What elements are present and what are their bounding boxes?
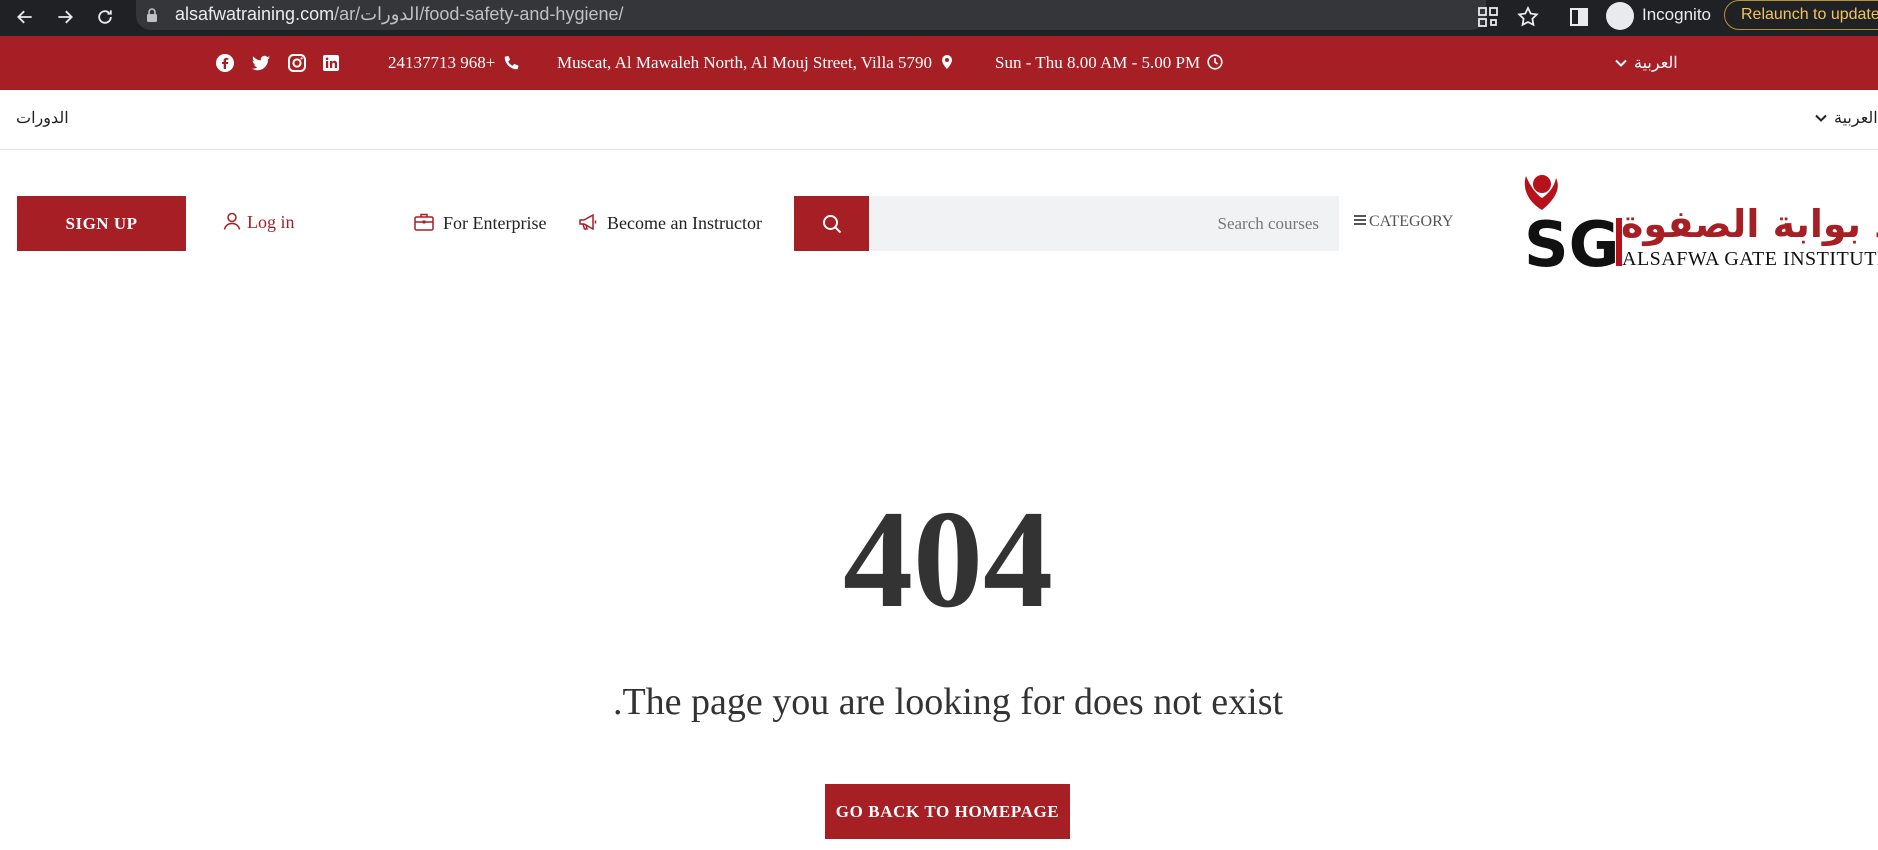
logo-arabic-text: معهد بوابة الصفوة: [1621, 202, 1878, 246]
language-selector-top[interactable]: العربية: [1614, 53, 1678, 73]
search-input[interactable]: [869, 196, 1339, 251]
megaphone-icon: [579, 213, 597, 231]
language-selector[interactable]: العربية: [1814, 108, 1878, 128]
address-bar[interactable]: alsafwatraining.com/ar/الدورات/food-safe…: [136, 0, 1486, 30]
facebook-icon[interactable]: [215, 53, 235, 73]
clock-icon: [1207, 54, 1223, 70]
phone-icon: [504, 55, 519, 70]
user-icon: [223, 212, 241, 230]
secondary-nav: الدورات العربية: [0, 90, 1878, 150]
side-panel-icon[interactable]: [1567, 5, 1591, 29]
chevron-down-icon: [1615, 59, 1627, 67]
forward-arrow-icon[interactable]: [52, 4, 78, 30]
back-arrow-icon[interactable]: [12, 4, 38, 30]
menu-icon: [1354, 215, 1366, 225]
top-info-bar: 24137713 968+ Muscat, Al Mawaleh North, …: [0, 36, 1878, 90]
chevron-down-icon: [1815, 114, 1827, 122]
map-pin-icon: [942, 55, 953, 69]
error-message: .The page you are looking for does not e…: [612, 681, 1284, 723]
reload-icon[interactable]: [92, 4, 118, 30]
linkedin-icon[interactable]: [321, 53, 341, 73]
browser-toolbar: alsafwatraining.com/ar/الدورات/food-safe…: [0, 0, 1878, 36]
relaunch-button[interactable]: Relaunch to update: [1724, 0, 1878, 30]
search-button[interactable]: [794, 196, 869, 251]
star-icon[interactable]: [1516, 5, 1540, 29]
go-home-button[interactable]: GO BACK TO HOMEPAGE: [825, 784, 1070, 839]
lock-icon: [147, 8, 157, 22]
incognito-label: Incognito: [1642, 5, 1711, 24]
qr-code-icon[interactable]: [1476, 5, 1500, 29]
logo-english-text: ALSAFWA GATE INSTITUTE: [1622, 248, 1878, 270]
signup-button[interactable]: SIGN UP: [17, 196, 186, 251]
site-logo[interactable]: SG معهد بوابة الصفوة ALSAFWA GATE INSTIT…: [1516, 170, 1878, 281]
instagram-icon[interactable]: [287, 53, 307, 73]
address-info: Muscat, Al Mawaleh North, Al Mouj Street…: [557, 53, 955, 73]
url-text: alsafwatraining.com/ar/الدورات/food-safe…: [175, 4, 624, 24]
search-icon: [822, 214, 841, 233]
briefcase-icon: [414, 213, 434, 231]
for-enterprise-link[interactable]: For Enterprise: [413, 211, 546, 234]
svg-text:SG: SG: [1524, 208, 1620, 275]
nav-courses-link[interactable]: الدورات: [16, 108, 69, 128]
login-link[interactable]: Log in: [222, 211, 295, 233]
phone-info[interactable]: 24137713 968+: [388, 53, 519, 73]
become-instructor-link[interactable]: Become an Instructor: [577, 211, 762, 234]
hours-info: Sun - Thu 8.00 AM - 5.00 PM: [995, 53, 1223, 73]
error-code: 404: [843, 482, 1053, 637]
incognito-icon[interactable]: [1606, 2, 1634, 30]
category-menu[interactable]: CATEGORY: [1353, 213, 1453, 231]
logo-mark-icon: SG: [1524, 175, 1622, 281]
twitter-icon[interactable]: [251, 53, 271, 73]
